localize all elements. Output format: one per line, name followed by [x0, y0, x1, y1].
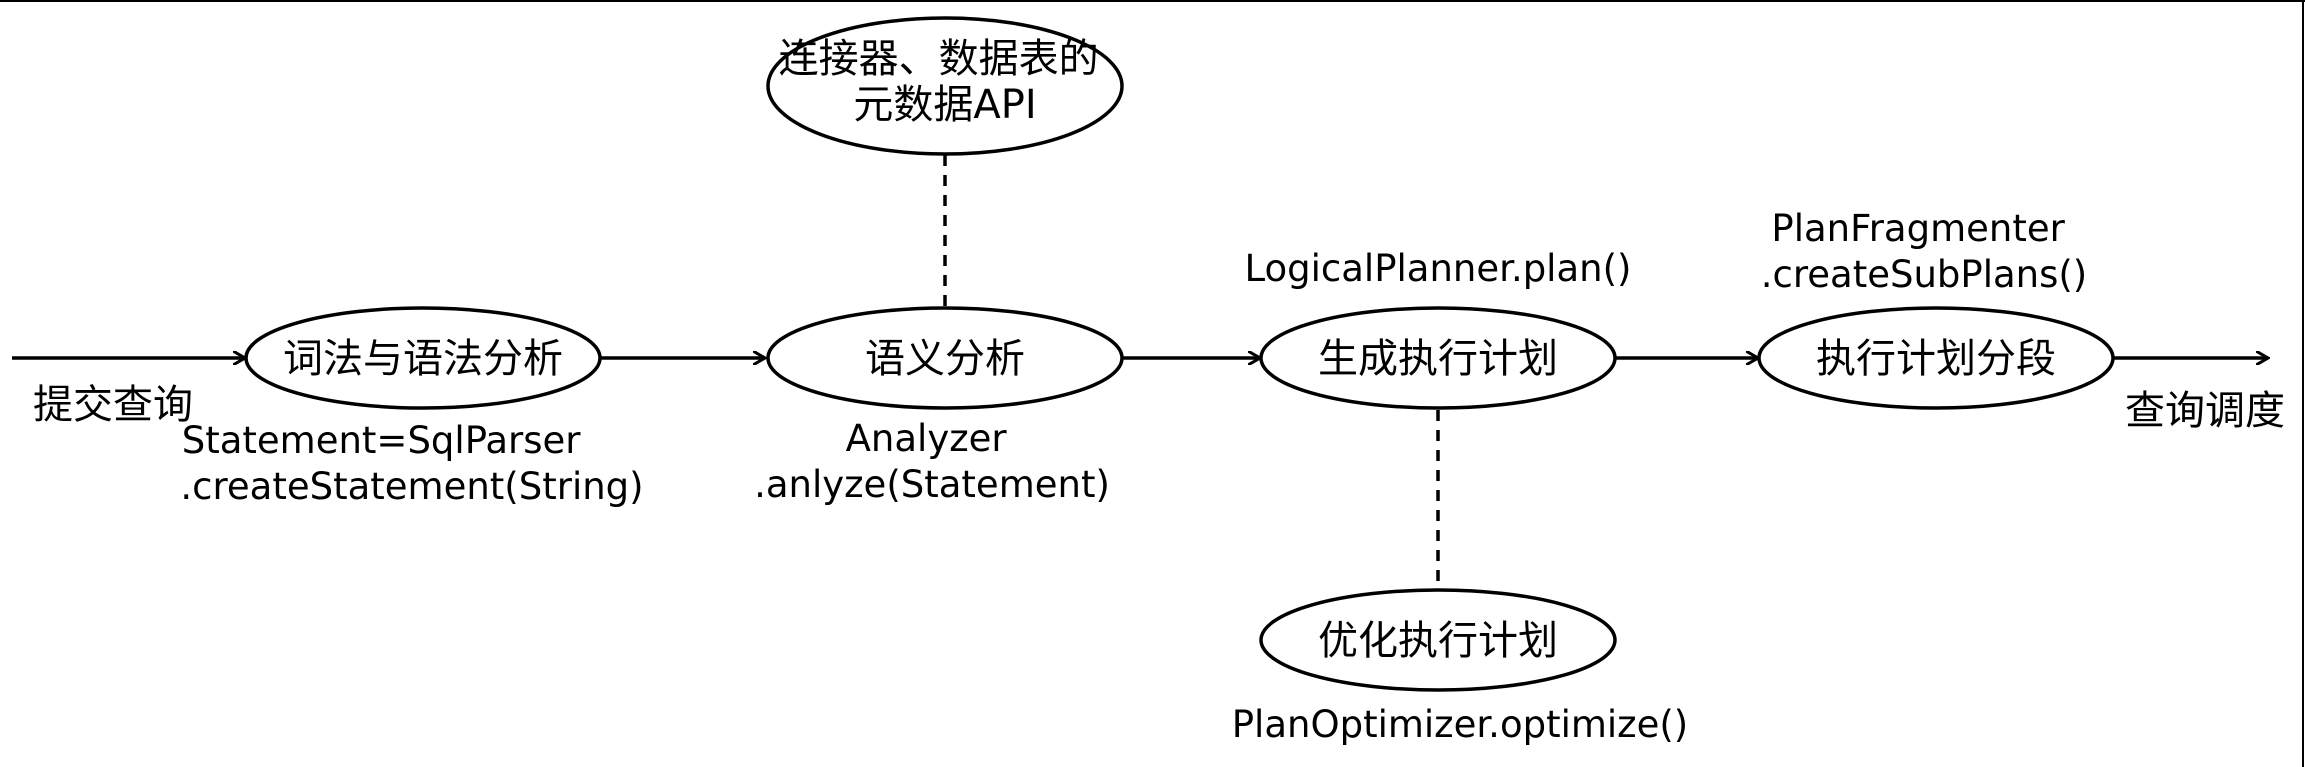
node-parse: 词法与语法分析 Statement=SqlParser .createState…	[180, 306, 644, 508]
query-flow-diagram: 提交查询 查询调度 连接器、数据表的 元数据API 词法与语法分析 Statem…	[0, 0, 2305, 767]
node-fragment-caption-line1: PlanFragmenter	[1771, 207, 2065, 250]
node-analyze: 语义分析 Analyzer .anlyze(Statement)	[754, 306, 1124, 506]
node-optimize-caption: PlanOptimizer.optimize()	[1232, 703, 1688, 746]
node-fragment: PlanFragmenter .createSubPlans() 执行计划分段	[1757, 207, 2115, 410]
node-fragment-caption-line2: .createSubPlans()	[1761, 253, 2088, 296]
input-label: 提交查询	[33, 382, 193, 428]
node-analyze-label: 语义分析	[865, 336, 1025, 382]
node-parse-caption-line2: .createStatement(String)	[180, 465, 643, 508]
node-parse-label: 词法与语法分析	[283, 336, 563, 382]
node-optimize: 优化执行计划 PlanOptimizer.optimize()	[1232, 588, 1688, 746]
svg-text:PlanFragmenter .createSu: PlanFragmenter .createSubPlans()	[1761, 207, 2088, 296]
node-fragment-label: 执行计划分段	[1816, 336, 2056, 382]
node-plan-label: 生成执行计划	[1318, 336, 1558, 382]
output-label: 查询调度	[2125, 388, 2285, 434]
node-metadata: 连接器、数据表的 元数据API	[766, 16, 1124, 156]
node-plan: LogicalPlanner.plan() 生成执行计划	[1245, 247, 1632, 410]
node-optimize-label: 优化执行计划	[1318, 618, 1558, 664]
node-analyze-caption-line2: .anlyze(Statement)	[754, 463, 1110, 506]
svg-text:Analyzer .anlyze(Stateme: Analyzer .anlyze(Statement)	[754, 417, 1110, 506]
node-metadata-label-line1: 连接器、数据表的	[779, 36, 1099, 82]
node-plan-caption: LogicalPlanner.plan()	[1245, 247, 1632, 290]
node-metadata-label-line2: 元数据API	[853, 82, 1036, 128]
svg-text:Statement=SqlParser .cre: Statement=SqlParser .createStatement(Str…	[180, 419, 643, 508]
node-parse-caption-line1: Statement=SqlParser	[182, 419, 582, 462]
node-analyze-caption-line1: Analyzer	[846, 417, 1008, 460]
